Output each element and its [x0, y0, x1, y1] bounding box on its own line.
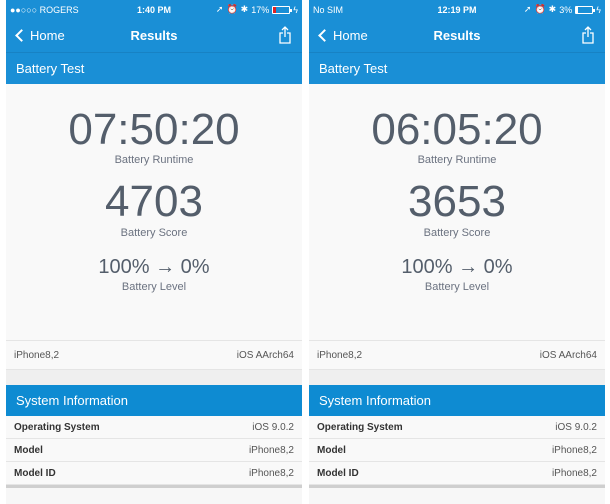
info-row-model: Model iPhone8,2: [309, 439, 605, 462]
device-model: iPhone8,2: [317, 349, 363, 361]
info-row-model-id: Model ID iPhone8,2: [309, 462, 605, 485]
info-row-model: Model iPhone8,2: [6, 439, 302, 462]
info-key: Model ID: [317, 467, 359, 479]
battery-runtime-value: 06:05:20: [371, 105, 543, 154]
battery-runtime-value: 07:50:20: [68, 105, 240, 154]
bottom-divider: [309, 485, 605, 488]
info-row-operating-system: Operating System iOS 9.0.2: [6, 416, 302, 439]
info-key: Model: [14, 444, 43, 456]
bluetooth-icon: ✱: [240, 4, 249, 14]
battery-percent: 17%: [251, 4, 270, 15]
section-gap: [309, 369, 605, 385]
share-icon[interactable]: [581, 26, 595, 44]
battery-icon: [272, 5, 293, 14]
info-key: Model: [317, 444, 346, 456]
phone-screen-right: No SIM 12:19 PM ➚ ⏰ ✱ 3% ϟ Home Results …: [309, 0, 605, 504]
bluetooth-icon: ✱: [548, 4, 557, 14]
section-gap: [6, 369, 302, 385]
phone-screen-left: ●●○○○ ROGERS 1:40 PM ➚ ⏰ ✱ 17% ϟ Home Re…: [6, 0, 302, 504]
info-value: iOS 9.0.2: [252, 421, 294, 433]
nav-bar: Home Results: [309, 20, 605, 53]
alarm-icon: ⏰: [226, 4, 238, 14]
battery-fill: [576, 6, 578, 13]
device-platform: iOS AArch64: [236, 349, 294, 361]
info-value: iPhone8,2: [248, 467, 294, 479]
comparison-screenshot: ●●○○○ ROGERS 1:40 PM ➚ ⏰ ✱ 17% ϟ Home Re…: [0, 0, 610, 504]
status-bar: No SIM 12:19 PM ➚ ⏰ ✱ 3% ϟ: [309, 0, 605, 20]
battery-icon: [575, 5, 596, 14]
battery-level-label: Battery Level: [424, 281, 490, 293]
results-panel: 07:50:20 Battery Runtime 4703 Battery Sc…: [6, 84, 302, 340]
status-bar: ●●○○○ ROGERS 1:40 PM ➚ ⏰ ✱ 17% ϟ: [6, 0, 302, 20]
info-key: Operating System: [317, 421, 403, 433]
info-value: iPhone8,2: [551, 467, 597, 479]
section-header-system-information: System Information: [309, 385, 605, 416]
battery-level-label: Battery Level: [121, 281, 187, 293]
page-title: Results: [433, 28, 481, 43]
results-panel: 06:05:20 Battery Runtime 3653 Battery Sc…: [309, 84, 605, 340]
page-title: Results: [130, 28, 178, 43]
info-key: Operating System: [14, 421, 100, 433]
battery-score-label: Battery Score: [120, 227, 188, 239]
battery-score-label: Battery Score: [423, 227, 491, 239]
section-header-battery-test: Battery Test: [309, 53, 605, 84]
charging-icon: ϟ: [596, 4, 601, 15]
info-row-model-id: Model ID iPhone8,2: [6, 462, 302, 485]
device-model: iPhone8,2: [14, 349, 60, 361]
info-key: Model ID: [14, 467, 56, 479]
section-header-system-information: System Information: [6, 385, 302, 416]
info-row-operating-system: Operating System iOS 9.0.2: [309, 416, 605, 439]
device-platform: iOS AArch64: [539, 349, 597, 361]
battery-score-value: 3653: [408, 177, 506, 226]
alarm-icon: ⏰: [534, 4, 546, 14]
charging-icon: ϟ: [293, 4, 298, 15]
bottom-divider: [6, 485, 302, 488]
device-row: iPhone8,2 iOS AArch64: [6, 340, 302, 369]
battery-percent: 3%: [559, 4, 573, 15]
info-value: iPhone8,2: [551, 444, 597, 456]
info-value: iOS 9.0.2: [555, 421, 597, 433]
nav-bar: Home Results: [6, 20, 302, 53]
battery-level-value: 100% → 0%: [98, 256, 210, 278]
battery-level-value: 100% → 0%: [401, 256, 513, 278]
share-icon[interactable]: [278, 26, 292, 44]
location-icon: ➚: [215, 4, 224, 14]
battery-score-value: 4703: [105, 177, 203, 226]
info-value: iPhone8,2: [248, 444, 294, 456]
location-icon: ➚: [523, 4, 532, 14]
battery-runtime-label: Battery Runtime: [114, 154, 194, 166]
battery-runtime-label: Battery Runtime: [417, 154, 497, 166]
section-header-battery-test: Battery Test: [6, 53, 302, 84]
device-row: iPhone8,2 iOS AArch64: [309, 340, 605, 369]
battery-fill: [273, 6, 276, 13]
